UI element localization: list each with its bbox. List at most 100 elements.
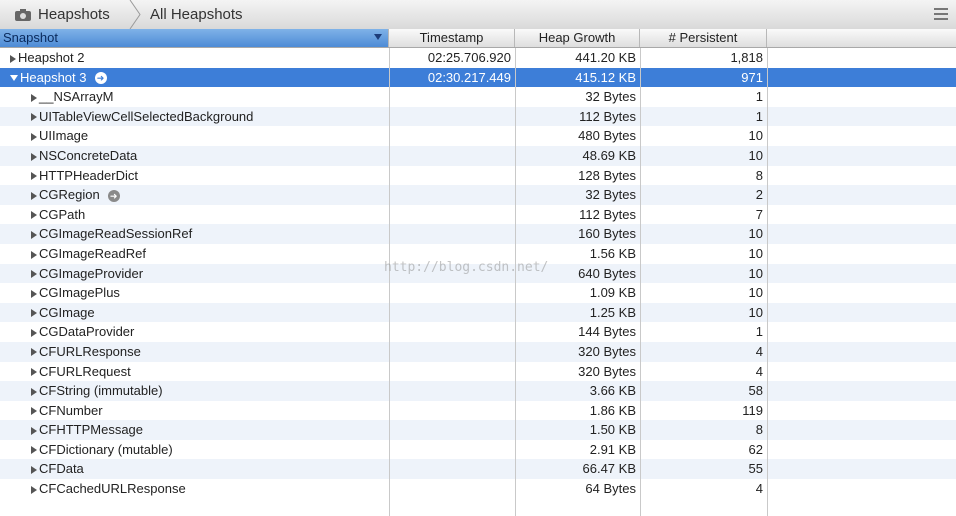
column-header-snapshot[interactable]: Snapshot: [0, 29, 389, 47]
row-persistent-cell: 10: [748, 304, 763, 320]
row-name-label: Heapshot 2: [18, 50, 85, 65]
row-heap-growth-cell: 66.47 KB: [582, 461, 637, 477]
row-heap-growth-cell: 1.09 KB: [589, 285, 636, 301]
disclosure-collapsed-icon[interactable]: [31, 172, 37, 181]
column-header-timestamp[interactable]: Timestamp: [389, 29, 515, 47]
row-name-cell: CFCachedURLResponse: [0, 479, 389, 499]
allocation-row[interactable]: CFURLResponse 320 Bytes 4: [0, 341, 956, 362]
allocation-row[interactable]: CGPath 112 Bytes 7: [0, 205, 956, 225]
disclosure-collapsed-icon[interactable]: [10, 54, 16, 63]
column-divider: [515, 48, 516, 516]
row-heap-growth-cell: 32 Bytes: [585, 89, 636, 105]
disclosure-collapsed-icon[interactable]: [31, 466, 37, 475]
allocation-row[interactable]: CGImageReadSessionRef 160 Bytes 10: [0, 224, 956, 244]
disclosure-collapsed-icon[interactable]: [31, 446, 37, 455]
disclosure-collapsed-icon[interactable]: [31, 132, 37, 141]
breadcrumb-heapshots-label: Heapshots: [38, 6, 110, 23]
allocation-row[interactable]: CGImageReadRef 1.56 KB 10: [0, 244, 956, 264]
heapshot-row[interactable]: Heapshot 2 02:25.706.920 441.20 KB 1,818: [0, 48, 956, 68]
allocation-row[interactable]: UIImage 480 Bytes 10: [0, 126, 956, 146]
row-timestamp-cell: [389, 107, 515, 127]
row-name-label: CFCachedURLResponse: [39, 481, 186, 497]
allocation-row[interactable]: CGImageProvider 640 Bytes 10: [0, 263, 956, 284]
allocation-row[interactable]: CFData 66.47 KB 55: [0, 459, 956, 480]
disclosure-collapsed-icon[interactable]: [31, 309, 37, 318]
disclosure-collapsed-icon[interactable]: [31, 387, 37, 396]
allocation-row[interactable]: __NSArrayM 32 Bytes 1: [0, 87, 956, 107]
allocation-row[interactable]: NSConcreteData 48.69 KB 10: [0, 145, 956, 166]
allocation-row[interactable]: HTTPHeaderDict 128 Bytes 8: [0, 166, 956, 186]
disclosure-collapsed-icon[interactable]: [31, 230, 37, 239]
row-heap-growth-cell: 640 Bytes: [578, 265, 636, 281]
allocation-row[interactable]: CFCachedURLResponse 64 Bytes 4: [0, 479, 956, 499]
list-menu-icon[interactable]: [934, 8, 948, 20]
row-timestamp-cell: [389, 146, 515, 166]
row-name-cell: CGPath: [0, 205, 389, 225]
disclosure-collapsed-icon[interactable]: [31, 152, 37, 161]
allocation-row[interactable]: CGRegion ➜ 32 Bytes 2: [0, 185, 956, 205]
row-name-cell: Heapshot 2: [0, 48, 389, 68]
allocation-row[interactable]: CFHTTPMessage 1.50 KB 8: [0, 420, 956, 440]
row-name-cell: UIImage: [0, 126, 389, 146]
row-name-label: CFHTTPMessage: [39, 422, 144, 438]
disclosure-expanded-icon[interactable]: [10, 75, 18, 82]
disclosure-collapsed-icon[interactable]: [31, 368, 37, 377]
column-header-timestamp-label: Timestamp: [419, 30, 484, 45]
allocation-row[interactable]: CGImagePlus 1.09 KB 10: [0, 283, 956, 303]
row-persistent-cell: 10: [748, 285, 763, 301]
row-heap-growth-cell: 320 Bytes: [578, 363, 636, 379]
row-heap-growth-cell: 415.12 KB: [575, 69, 636, 85]
disclosure-collapsed-icon[interactable]: [31, 426, 37, 435]
row-timestamp-cell: 02:30.217.449: [427, 69, 511, 85]
disclosure-collapsed-icon[interactable]: [31, 113, 37, 122]
row-name-label: CFData: [39, 461, 84, 477]
row-persistent-cell: 1: [755, 324, 763, 340]
disclosure-collapsed-icon[interactable]: [31, 93, 37, 102]
disclosure-collapsed-icon[interactable]: [31, 348, 37, 357]
allocation-row[interactable]: CGImage 1.25 KB 10: [0, 302, 956, 323]
allocation-row[interactable]: CFURLRequest 320 Bytes 4: [0, 362, 956, 382]
heapshot-row[interactable]: Heapshot 3 ➜ 02:30.217.449 415.12 KB 971: [0, 67, 956, 88]
allocation-row[interactable]: CFString (immutable) 3.66 KB 58: [0, 381, 956, 401]
disclosure-collapsed-icon[interactable]: [31, 407, 37, 416]
row-timestamp-cell: [389, 87, 515, 107]
breadcrumb-separator: [129, 0, 141, 29]
row-heap-growth-cell: 3.66 KB: [589, 383, 636, 399]
column-header-persistent[interactable]: # Persistent: [640, 29, 767, 47]
row-timestamp-cell: [389, 479, 515, 499]
row-name-cell: CFString (immutable): [0, 381, 389, 401]
row-heap-growth-cell: 1.25 KB: [589, 304, 636, 320]
column-header-heap-growth[interactable]: Heap Growth: [515, 29, 640, 47]
row-timestamp-cell: [389, 362, 515, 382]
row-name-cell: CGImageProvider: [0, 264, 389, 284]
disclosure-collapsed-icon[interactable]: [31, 289, 37, 298]
row-name-cell: UITableViewCellSelectedBackground: [0, 107, 389, 127]
row-timestamp-cell: [389, 205, 515, 225]
row-persistent-cell: 1: [755, 89, 763, 105]
row-persistent-cell: 55: [748, 461, 763, 477]
row-timestamp-cell: [389, 185, 515, 205]
allocation-row[interactable]: CGDataProvider 144 Bytes 1: [0, 322, 956, 342]
row-heap-growth-cell: 1.86 KB: [589, 402, 636, 418]
row-name-label: CFURLRequest: [39, 363, 131, 379]
go-to-detail-icon[interactable]: ➜: [107, 189, 120, 202]
disclosure-collapsed-icon[interactable]: [31, 485, 37, 494]
breadcrumb-all-heapshots[interactable]: All Heapshots: [150, 0, 243, 29]
row-timestamp-cell: [389, 322, 515, 342]
disclosure-collapsed-icon[interactable]: [31, 328, 37, 337]
disclosure-collapsed-icon[interactable]: [31, 270, 37, 279]
row-timestamp-cell: [389, 264, 515, 284]
row-persistent-cell: 10: [748, 147, 763, 163]
disclosure-collapsed-icon[interactable]: [31, 211, 37, 220]
disclosure-collapsed-icon[interactable]: [31, 191, 37, 200]
go-to-detail-icon[interactable]: ➜: [94, 72, 107, 85]
disclosure-collapsed-icon[interactable]: [31, 250, 37, 259]
allocation-row[interactable]: CFDictionary (mutable) 2.91 KB 62: [0, 440, 956, 460]
row-timestamp-cell: [389, 420, 515, 440]
allocation-row[interactable]: UITableViewCellSelectedBackground 112 Byt…: [0, 106, 956, 127]
row-heap-growth-cell: 1.56 KB: [589, 245, 636, 261]
sort-descending-icon: [374, 34, 382, 40]
row-heap-growth-cell: 320 Bytes: [578, 343, 636, 359]
breadcrumb-heapshots[interactable]: Heapshots: [14, 0, 110, 29]
allocation-row[interactable]: CFNumber 1.86 KB 119: [0, 401, 956, 421]
